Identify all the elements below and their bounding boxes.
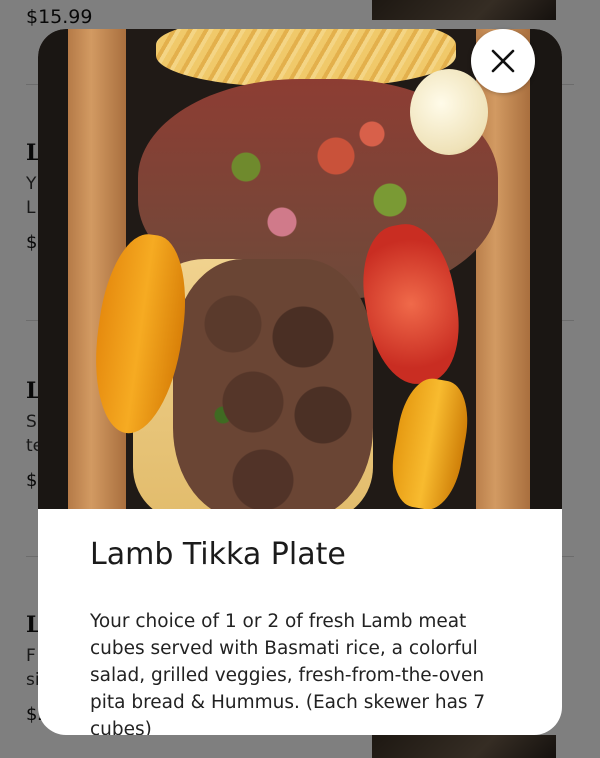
close-button[interactable] bbox=[471, 29, 535, 93]
item-details: Lamb Tikka Plate Your choice of 1 or 2 o… bbox=[90, 537, 520, 735]
onion bbox=[410, 69, 488, 155]
lamb-cubes bbox=[173, 259, 373, 509]
item-photo bbox=[38, 29, 562, 509]
item-title: Lamb Tikka Plate bbox=[90, 537, 346, 572]
close-icon bbox=[491, 49, 515, 73]
item-detail-modal: Lamb Tikka Plate Your choice of 1 or 2 o… bbox=[38, 29, 562, 735]
item-description: Your choice of 1 or 2 of fresh Lamb meat… bbox=[90, 611, 486, 735]
